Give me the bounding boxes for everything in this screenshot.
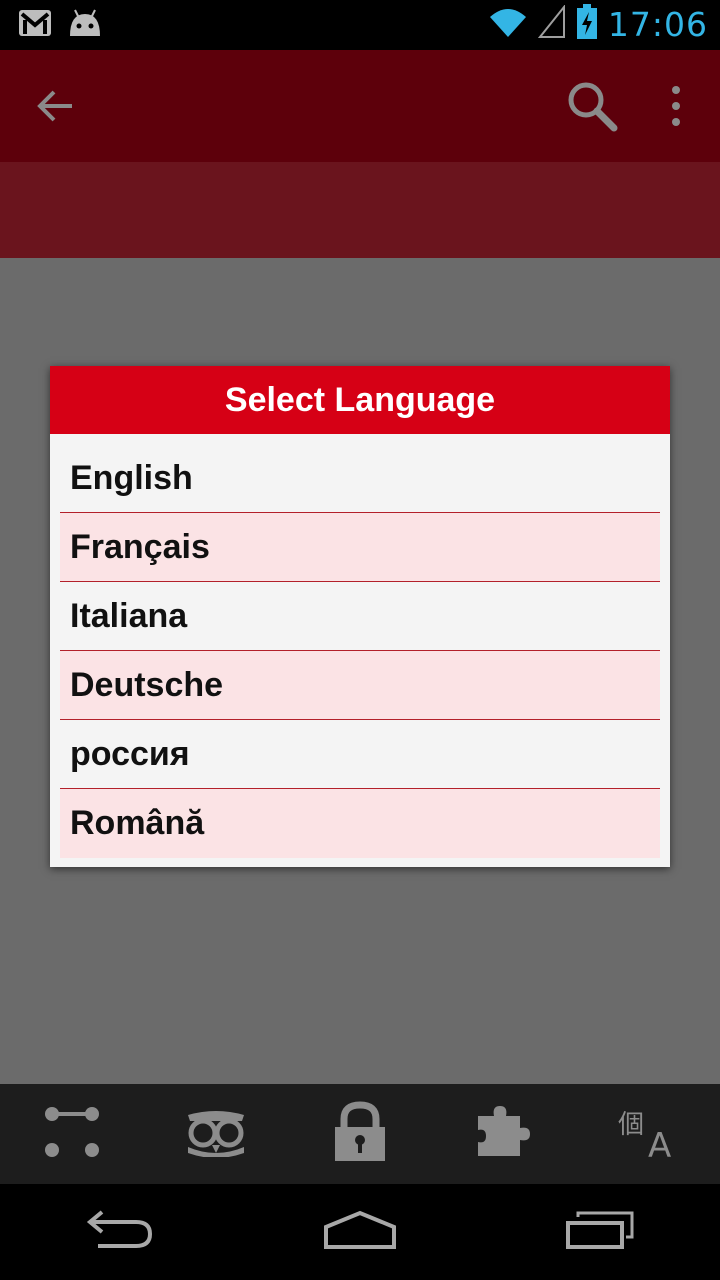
app-sub-bar	[0, 162, 720, 258]
recent-apps-icon	[564, 1209, 636, 1256]
back-arrow-icon	[28, 90, 84, 138]
dialog-title: Select Language	[50, 366, 670, 434]
language-list: English Français Italiana Deutsche росси…	[50, 434, 670, 858]
status-bar: 17:06	[0, 0, 720, 50]
search-icon	[562, 82, 622, 140]
tab-owl[interactable]	[171, 1094, 261, 1174]
nav-back-button[interactable]	[70, 1197, 170, 1267]
tab-puzzle[interactable]	[459, 1094, 549, 1174]
language-option-romanian[interactable]: Română	[60, 789, 660, 858]
tab-pattern-lock[interactable]	[27, 1094, 117, 1174]
overflow-menu-icon	[658, 86, 694, 138]
android-icon	[66, 8, 104, 43]
padlock-icon	[332, 1100, 388, 1168]
puzzle-piece-icon	[474, 1102, 534, 1167]
language-option-russian[interactable]: россия	[60, 720, 660, 789]
pattern-lock-icon	[42, 1102, 102, 1167]
search-button[interactable]	[562, 76, 622, 136]
nav-home-button[interactable]	[310, 1197, 410, 1267]
tab-translate[interactable]: 個 A	[603, 1094, 693, 1174]
translate-icon: 個 A	[618, 1104, 678, 1166]
language-dialog: Select Language English Français Italian…	[50, 366, 670, 867]
language-option-italian[interactable]: Italiana	[60, 582, 660, 651]
gmail-icon	[18, 8, 52, 43]
system-nav-bar	[0, 1184, 720, 1280]
back-icon	[84, 1209, 156, 1255]
wifi-icon	[488, 5, 528, 44]
translate-letter: A	[648, 1126, 672, 1166]
clock: 17:06	[607, 5, 708, 44]
overflow-menu-button[interactable]	[658, 78, 694, 134]
battery-charging-icon	[576, 4, 598, 45]
bottom-tab-bar: 個 A	[0, 1084, 720, 1184]
language-option-german[interactable]: Deutsche	[60, 651, 660, 720]
tab-lock[interactable]	[315, 1094, 405, 1174]
owl-icon	[184, 1107, 248, 1162]
home-icon	[322, 1209, 398, 1256]
app-bar	[0, 50, 720, 162]
signal-icon	[537, 4, 566, 44]
language-option-french[interactable]: Français	[60, 513, 660, 582]
back-button[interactable]	[28, 78, 84, 134]
language-option-english[interactable]: English	[60, 444, 660, 513]
nav-recent-apps-button[interactable]	[550, 1197, 650, 1267]
translate-glyph: 個	[618, 1110, 645, 1140]
